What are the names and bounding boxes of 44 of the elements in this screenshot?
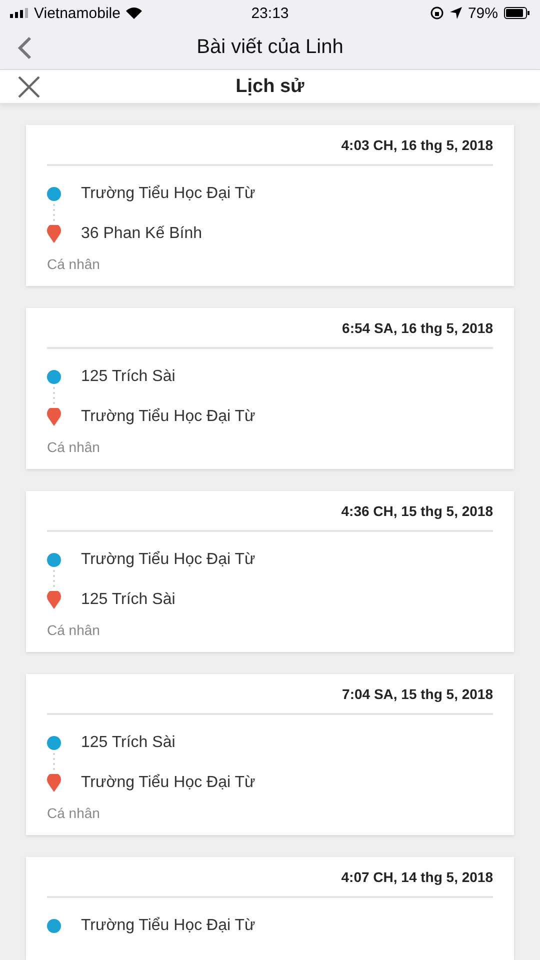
trip-category: Cá nhân <box>47 255 101 272</box>
sheet-title: Lịch sử <box>234 76 306 98</box>
origin-address: 125 Trích Sài <box>81 734 176 752</box>
wifi-icon <box>126 7 142 20</box>
clock-time: 23:13 <box>251 4 289 22</box>
trip-date: 4:36 CH, 15 thg 5, 2018 <box>47 491 493 532</box>
rotation-lock-icon <box>430 6 444 20</box>
location-pin-icon <box>47 408 61 426</box>
battery-percent: 79% <box>468 4 498 22</box>
origin-address: Trường Tiểu Học Đại Từ <box>81 551 256 570</box>
trip-date: 6:54 SA, 16 thg 5, 2018 <box>47 308 493 350</box>
origin-dot-icon <box>47 736 61 750</box>
trip-date: 4:07 CH, 14 thg 5, 2018 <box>47 857 493 898</box>
location-pin-icon <box>47 225 61 244</box>
origin-dot-icon <box>47 553 61 568</box>
carrier-name: Vietnamobile <box>34 4 120 22</box>
origin-address: Trường Tiểu Học Đại Từ <box>81 185 256 204</box>
signal-icon <box>10 8 28 18</box>
trip-category: Cá nhân <box>47 621 101 638</box>
trip-category: Cá nhân <box>47 438 101 456</box>
origin-address: 125 Trích Sài <box>81 368 176 386</box>
trip-date: 7:04 SA, 15 thg 5, 2018 <box>47 674 493 716</box>
trip-card[interactable]: 6:54 SA, 16 thg 5, 2018 125 Trích Sài Trường Tiểu Học Đại Từ Cá nhân <box>26 308 514 470</box>
destination-address: Trường Tiểu Học Đại Từ <box>81 408 256 426</box>
origin-address: Trường Tiểu Học Đại Từ <box>81 917 256 936</box>
trip-date: 4:03 CH, 16 thg 5, 2018 <box>47 125 493 166</box>
destination-address: Trường Tiểu Học Đại Từ <box>81 774 256 792</box>
trip-card[interactable]: 4:36 CH, 15 thg 5, 2018 Trường Tiểu Học Đại Từ 125 Trích Sài Cá nhân <box>26 491 514 652</box>
destination-address: 36 Phan Kế Bính <box>81 225 202 244</box>
trip-card[interactable]: 4:03 CH, 16 thg 5, 2018 Trường Tiểu Học Đại Từ 36 Phan Kế Bính Cá nhân <box>26 125 514 286</box>
back-button[interactable] <box>18 36 32 60</box>
trip-card[interactable]: 4:07 CH, 14 thg 5, 2018 Trường Tiểu Học Đại Từ <box>26 857 514 960</box>
trip-card[interactable]: 7:04 SA, 15 thg 5, 2018 125 Trích Sài Trường Tiểu Học Đại Từ Cá nhân <box>26 674 514 836</box>
location-pin-icon <box>47 591 61 610</box>
destination-address: 125 Trích Sài <box>81 591 176 610</box>
close-button[interactable] <box>18 76 40 98</box>
origin-dot-icon <box>47 187 61 202</box>
origin-dot-icon <box>47 919 61 934</box>
battery-icon <box>504 7 530 20</box>
page-title: Bài viết của Linh <box>196 36 344 60</box>
origin-dot-icon <box>47 370 61 384</box>
location-arrow-icon <box>450 7 462 20</box>
trip-category: Cá nhân <box>47 804 101 822</box>
location-pin-icon <box>47 774 61 792</box>
